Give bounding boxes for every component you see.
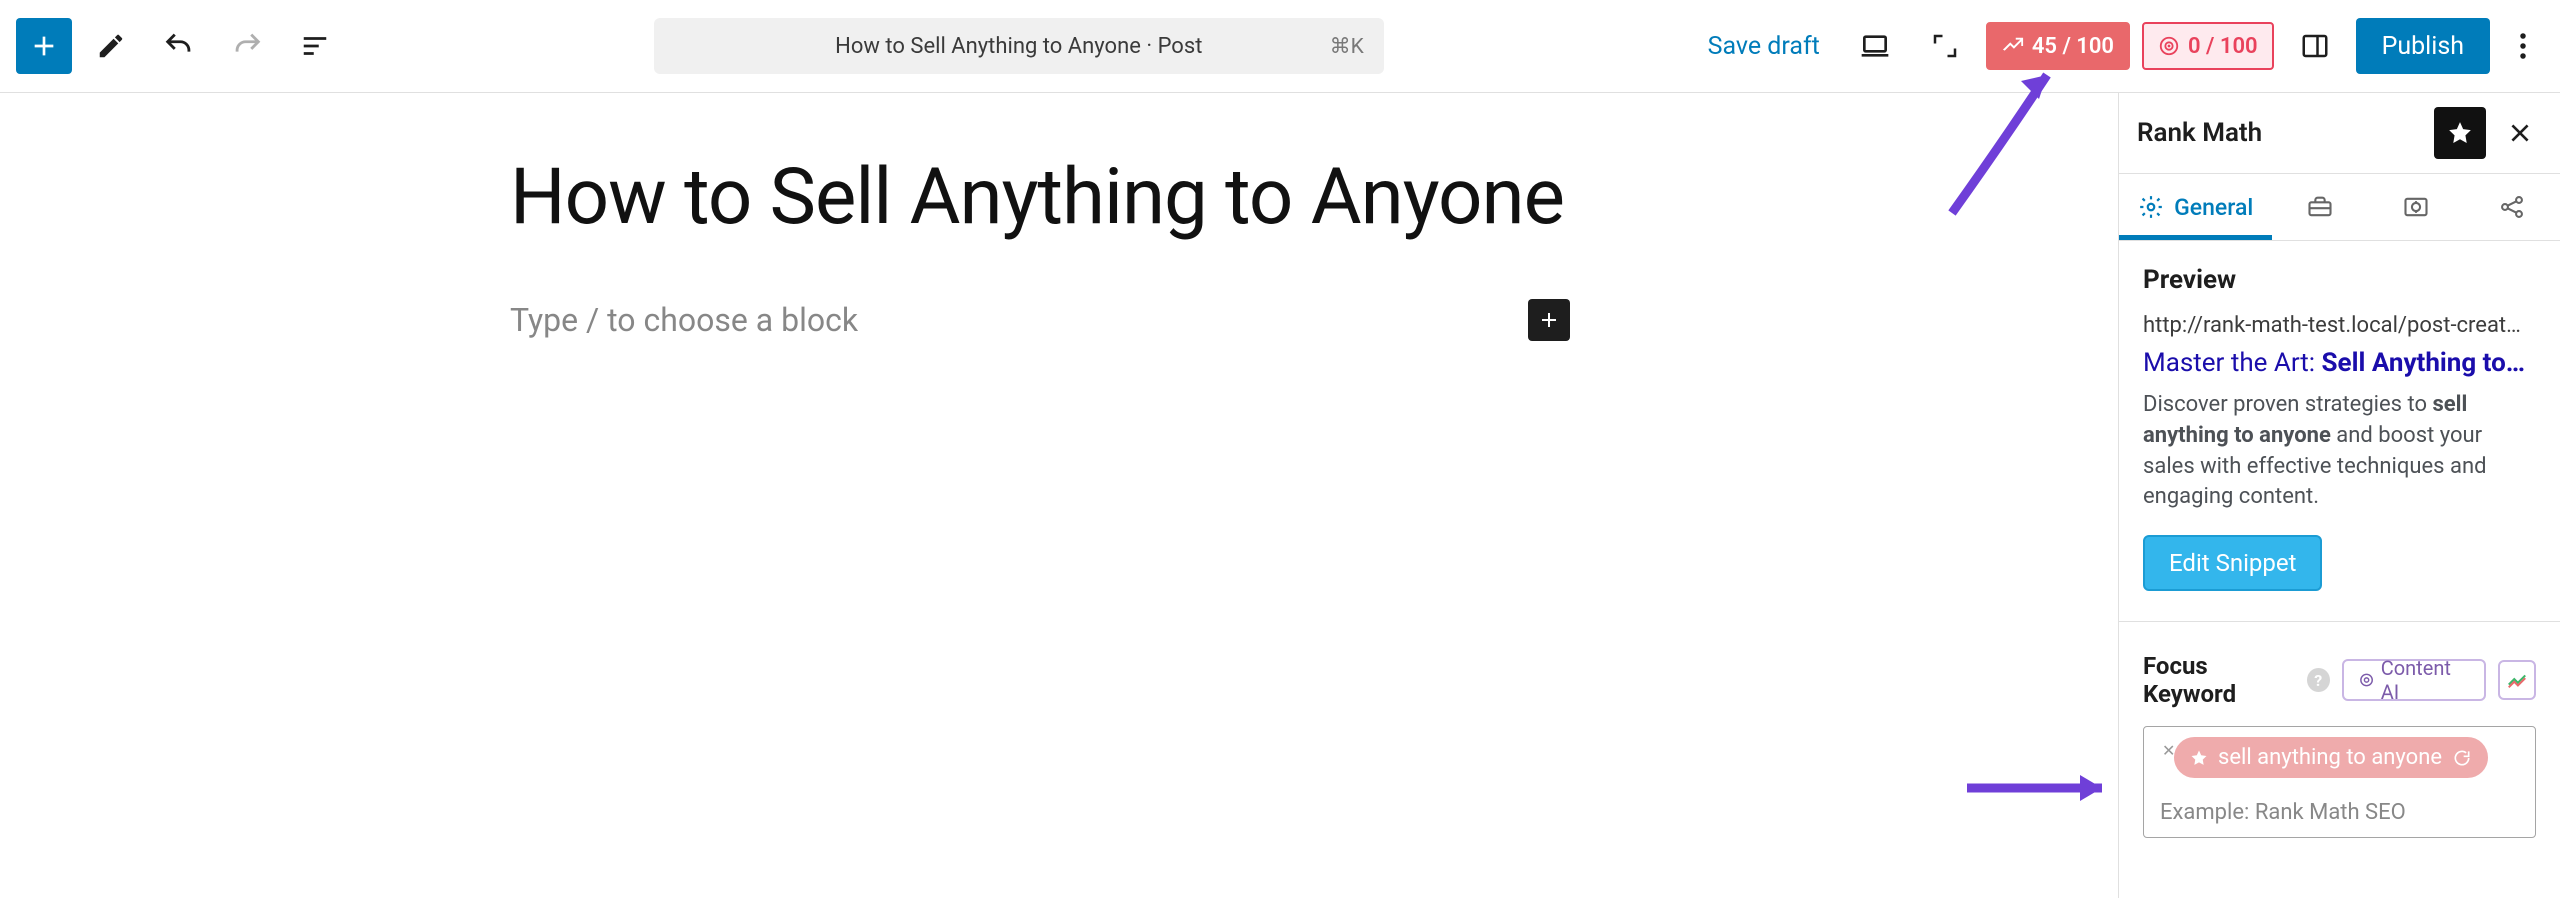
publish-button[interactable]: Publish [2356, 18, 2490, 74]
sidebar-tabs: General [2119, 173, 2560, 241]
edit-snippet-button[interactable]: Edit Snippet [2143, 535, 2322, 591]
remove-keyword-button[interactable]: ✕ [2162, 741, 2175, 760]
shortcut-hint: ⌘K [1330, 34, 1364, 59]
tab-schema[interactable] [2368, 174, 2464, 240]
tab-social[interactable] [2464, 174, 2560, 240]
document-title-text: How to Sell Anything to Anyone · Post [835, 34, 1202, 59]
seo-score-text: 45 / 100 [2032, 34, 2114, 59]
share-icon [2498, 193, 2526, 221]
focus-keyword-placeholder: Example: Rank Math SEO [2160, 800, 2523, 825]
document-title-pill[interactable]: How to Sell Anything to Anyone · Post ⌘K [654, 18, 1384, 74]
add-block-button[interactable] [16, 18, 72, 74]
content-ai-score-pill[interactable]: 0 / 100 [2142, 22, 2274, 70]
target-icon [2158, 35, 2180, 57]
rank-math-sidebar: Rank Math General Preview [2118, 93, 2560, 898]
sidebar-icon [2300, 31, 2330, 61]
main-area: How to Sell Anything to Anyone Type / to… [0, 93, 2560, 898]
focus-keyword-label: Focus Keyword ? [2143, 652, 2330, 708]
editor-canvas[interactable]: How to Sell Anything to Anyone Type / to… [0, 93, 2118, 898]
tab-advanced[interactable] [2272, 174, 2368, 240]
redo-icon [230, 29, 264, 63]
fk-label-text: Focus Keyword [2143, 652, 2299, 708]
inline-add-block-button[interactable] [1528, 299, 1570, 341]
preview-heading: Preview [2143, 265, 2536, 295]
kebab-icon [2519, 31, 2527, 61]
sidebar-title: Rank Math [2137, 118, 2422, 148]
focus-keyword-chip[interactable]: sell anything to anyone [2174, 737, 2488, 778]
undo-button[interactable] [150, 18, 208, 74]
topbar-center: How to Sell Anything to Anyone · Post ⌘K [352, 18, 1686, 74]
focus-keyword-header: Focus Keyword ? Content AI [2143, 652, 2536, 708]
close-sidebar-button[interactable] [2498, 111, 2542, 155]
post-title[interactable]: How to Sell Anything to Anyone [510, 153, 1570, 243]
redo-button [218, 18, 276, 74]
schema-icon [2402, 193, 2430, 221]
preview-title[interactable]: Master the Art: Sell Anything to… [2143, 348, 2536, 378]
block-appender-prompt[interactable]: Type / to choose a block [510, 301, 1528, 339]
target-icon [2358, 671, 2375, 689]
content-ai-button[interactable]: Content AI [2342, 659, 2486, 701]
options-menu-button[interactable] [2502, 31, 2544, 61]
topbar-right: Save draft 45 / 100 0 / 100 Publish [1694, 18, 2544, 74]
chip-text: sell anything to anyone [2218, 745, 2442, 770]
sidebar-header: Rank Math [2119, 93, 2560, 173]
edit-tools-button[interactable] [82, 18, 140, 74]
toolbox-icon [2306, 193, 2334, 221]
preview-devices-button[interactable] [1846, 18, 1904, 74]
trend-colored-icon [2506, 669, 2528, 691]
undo-icon [162, 29, 196, 63]
edit-snippet-label: Edit Snippet [2169, 549, 2296, 577]
focus-keyword-input[interactable]: ✕ sell anything to anyone Example: Rank … [2143, 726, 2536, 838]
seo-score-pill[interactable]: 45 / 100 [1986, 22, 2130, 70]
preview-desc-pre: Discover proven strategies to [2143, 392, 2432, 417]
star-badge[interactable] [2434, 107, 2486, 159]
trends-button[interactable] [2498, 660, 2536, 700]
ai-score-text: 0 / 100 [2188, 34, 2258, 59]
star-icon [2190, 749, 2208, 767]
content-ai-label: Content AI [2381, 656, 2470, 704]
preview-description: Discover proven strategies to sell anyth… [2143, 390, 2536, 513]
tab-general-label: General [2174, 194, 2253, 221]
document-overview-button[interactable] [286, 18, 344, 74]
preview-title-plain: Master the Art: [2143, 348, 2322, 378]
trend-up-icon [2002, 35, 2024, 57]
publish-label: Publish [2382, 32, 2464, 61]
tab-general[interactable]: General [2119, 174, 2272, 240]
gear-icon [2138, 194, 2164, 220]
star-icon [2447, 120, 2473, 146]
block-appender-row: Type / to choose a block [510, 299, 1570, 341]
preview-url: http://rank-math-test.local/post-creat… [2143, 313, 2536, 338]
refresh-icon[interactable] [2452, 748, 2472, 768]
expand-icon [1930, 31, 1960, 61]
sidebar-body: Preview http://rank-math-test.local/post… [2119, 241, 2560, 862]
topbar-left [16, 18, 344, 74]
help-icon[interactable]: ? [2307, 668, 2330, 692]
close-icon [2507, 120, 2533, 146]
save-draft-link[interactable]: Save draft [1694, 32, 1834, 61]
settings-sidebar-toggle[interactable] [2286, 18, 2344, 74]
plus-icon [28, 30, 60, 62]
preview-title-bold: Sell Anything to… [2322, 348, 2526, 378]
list-overview-icon [300, 31, 330, 61]
section-divider [2119, 621, 2560, 622]
laptop-icon [1859, 30, 1891, 62]
editor-topbar: How to Sell Anything to Anyone · Post ⌘K… [0, 0, 2560, 93]
pencil-icon [96, 31, 126, 61]
fullscreen-button[interactable] [1916, 18, 1974, 74]
plus-icon [1537, 308, 1561, 332]
